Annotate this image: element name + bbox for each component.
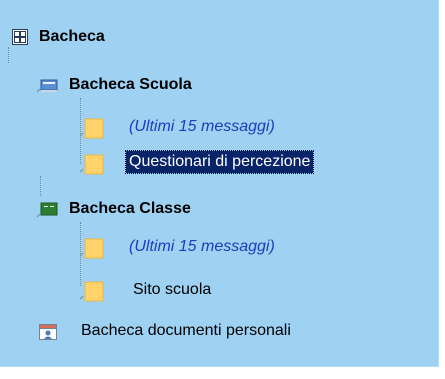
folder-icon [78, 277, 104, 308]
tree-node-bacheca-scuola-label: Bacheca Scuola [69, 76, 192, 93]
folder-icon [78, 150, 104, 181]
folder-icon [78, 234, 104, 265]
tree-node-bacheca-documenti-personali-label: Bacheca documenti personali [81, 322, 291, 339]
tree-node-bacheca-classe-label: Bacheca Classe [69, 200, 191, 217]
tree-node-bacheca-documenti-personali[interactable]: Bacheca documenti personali [0, 318, 438, 346]
grid-toggle-icon[interactable] [12, 29, 28, 50]
tree-node-questionari-percezione-label: Questionari di percezione [124, 150, 315, 174]
tree-node-bacheca-scuola[interactable]: Bacheca Scuola [0, 72, 438, 100]
tree-node-questionari-percezione[interactable]: Questionari di percezione [0, 148, 438, 176]
tree-connector [8, 47, 9, 63]
tree-node-classe-ultimi-messaggi[interactable]: (Ultimi 15 messaggi) [0, 232, 438, 260]
bacheca-tree-panel: Bacheca Bacheca Scuola (Ultimi 15 messag… [0, 0, 439, 367]
tree-node-scuola-ultimi-messaggi-label: (Ultimi 15 messaggi) [129, 118, 275, 135]
tree-node-scuola-ultimi-messaggi[interactable]: (Ultimi 15 messaggi) [0, 112, 438, 140]
personal-documents-icon [38, 322, 58, 347]
school-board-icon [36, 78, 58, 99]
tree-node-sito-scuola-label: Sito scuola [133, 281, 212, 298]
tree-node-bacheca[interactable]: Bacheca [0, 24, 438, 52]
tree-node-sito-scuola[interactable]: Sito scuola [0, 277, 438, 305]
tree-connector [40, 176, 41, 196]
tree-node-bacheca-label: Bacheca [39, 28, 105, 45]
folder-icon [78, 114, 104, 145]
class-board-icon [36, 201, 58, 224]
tree-node-bacheca-classe[interactable]: Bacheca Classe [0, 196, 438, 224]
tree-node-classe-ultimi-messaggi-label: (Ultimi 15 messaggi) [129, 238, 275, 255]
